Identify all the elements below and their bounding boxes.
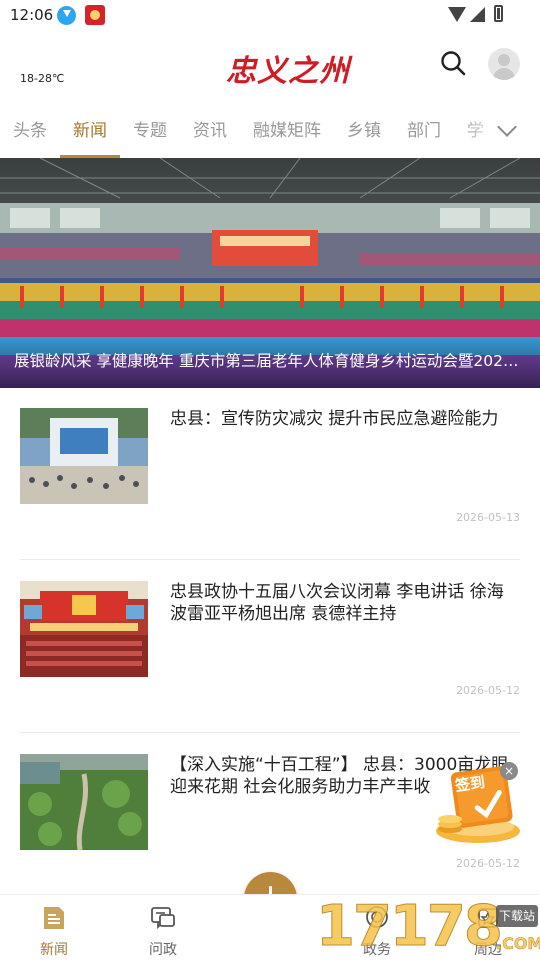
tab-headlines[interactable]: 头条 (13, 116, 47, 141)
tab-topics[interactable]: 专题 (133, 116, 167, 141)
nav-news[interactable]: 新闻 (14, 895, 94, 960)
tab-media-matrix[interactable]: 融媒矩阵 (253, 116, 321, 141)
nav-label: 新闻 (40, 942, 68, 958)
tab-towns[interactable]: 乡镇 (347, 116, 381, 141)
news-date: 2026-05-12 (456, 684, 520, 697)
news-thumbnail (20, 581, 148, 677)
download-icon (57, 6, 76, 25)
battery-icon (494, 5, 503, 22)
news-list-item[interactable]: 忠县：宣传防灾减灾 提升市民应急避险能力 2026-05-13 (20, 388, 520, 560)
watermark-digits: 17178 (316, 894, 504, 960)
wifi-icon (448, 7, 466, 22)
site-watermark: 17178 下载站 .COM (316, 894, 540, 960)
status-bar: 12:06 (0, 0, 540, 32)
watermark-tag: 下载站 (496, 905, 538, 927)
search-icon[interactable] (440, 50, 466, 76)
news-icon (44, 907, 64, 929)
tabs-fade (460, 106, 500, 158)
chevron-down-icon[interactable] (497, 117, 517, 137)
tab-info[interactable]: 资讯 (193, 116, 227, 141)
news-thumbnail (20, 408, 148, 504)
headline-banner[interactable]: 展银龄风采 享健康晚年 重庆市第三届老年人体育健身乡村运动会暨2025… (0, 158, 540, 388)
news-title: 忠县政协十五届八次会议闭幕 李电讲话 徐海波雷亚平杨旭出席 袁德祥主持 (170, 582, 504, 624)
status-time: 12:06 (10, 6, 54, 24)
nav-inquiry[interactable]: 问政 (123, 895, 203, 960)
news-title: 忠县：宣传防灾减灾 提升市民应急避险能力 (170, 409, 499, 429)
banner-caption: 展银龄风采 享健康晚年 重庆市第三届老年人体育健身乡村运动会暨2025… (0, 334, 540, 388)
app-logo: 忠义之州 (226, 54, 350, 89)
tab-departments[interactable]: 部门 (407, 116, 441, 141)
app-notification-icon (85, 5, 105, 25)
tab-news[interactable]: 新闻 (73, 116, 107, 141)
app-header: 18-28℃ 忠义之州 (0, 32, 540, 106)
weather-temperature: 18-28℃ (20, 72, 65, 85)
signal-icon (470, 7, 485, 22)
user-avatar-icon[interactable] (488, 48, 520, 80)
news-thumbnail (20, 754, 148, 850)
nav-label: 问政 (149, 942, 177, 958)
news-list-item[interactable]: 忠县政协十五届八次会议闭幕 李电讲话 徐海波雷亚平杨旭出席 袁德祥主持 2026… (20, 561, 520, 733)
news-date: 2026-05-12 (456, 857, 520, 870)
chat-icon (151, 907, 175, 930)
news-date: 2026-05-13 (456, 511, 520, 524)
sign-in-label: 签到 (453, 772, 487, 795)
close-icon[interactable]: × (500, 762, 518, 780)
channel-tabs: 头条 新闻 专题 资讯 融媒矩阵 乡镇 部门 学 (0, 106, 540, 158)
watermark-domain: .COM (496, 934, 540, 954)
